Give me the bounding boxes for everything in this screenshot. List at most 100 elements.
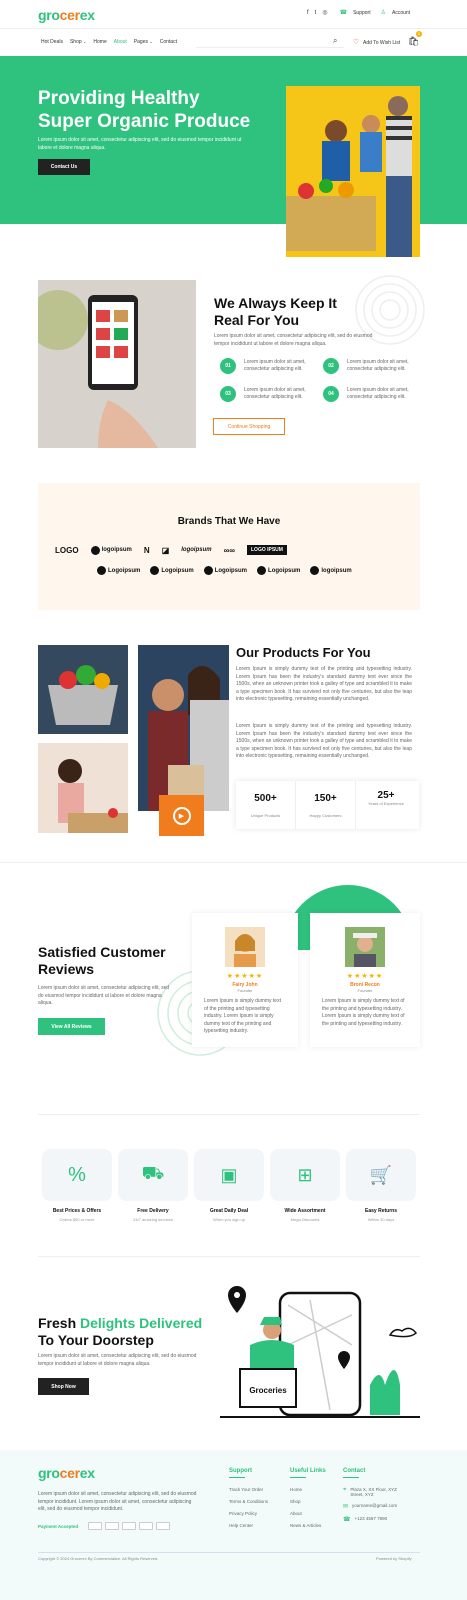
brand-logo: Logoipsum (257, 566, 300, 575)
heart-icon: ♡ (353, 39, 360, 46)
stat-customers: 150+ Happy Customers (296, 781, 356, 829)
stat-years: 25+ Years of Experience (356, 781, 416, 829)
footer-divider (38, 1552, 420, 1553)
about-title-line2: Real For You (214, 311, 300, 328)
about-item-number: 04 (323, 386, 339, 402)
logo-text-2: cer (59, 1465, 80, 1481)
feature-card-delivery: ⛟ (118, 1149, 188, 1201)
about-item-number: 01 (220, 358, 236, 374)
nav-item-contact[interactable]: Contact (160, 39, 177, 45)
instagram-icon[interactable]: ◎ (322, 10, 327, 16)
footer-phone[interactable]: +123 4567 7890 (354, 1516, 387, 1523)
amex-icon (105, 1522, 120, 1530)
nav-item-home[interactable]: Home (93, 39, 106, 45)
about-text: Lorem ipsum dolor sit amet, consectetur … (214, 333, 373, 347)
wishlist-link[interactable]: Add To Wish List (363, 40, 400, 46)
discover-icon (122, 1522, 137, 1530)
payment-label: Payment Accepted (38, 1523, 79, 1529)
mastercard-icon (88, 1522, 103, 1530)
reviews-text: Lorem ipsum dolor sit amet, consectetur … (38, 985, 170, 1006)
footer-support-column: Support Track Your Order Terms & Conditi… (229, 1468, 268, 1535)
feature-card-deal: ▣ (194, 1149, 264, 1201)
nav-item-shop[interactable]: Shop ⌄ (70, 39, 86, 45)
brand-logo: Logoipsum (150, 566, 194, 575)
heading-underline (343, 1477, 359, 1478)
footer-link[interactable]: Track Your Order (229, 1487, 268, 1492)
copyright-text: Copyright © 2024 Grocerex By Commerciali… (38, 1556, 159, 1561)
brand-logo: Logoipsum (97, 566, 140, 575)
search-icon[interactable]: ⌕ (333, 36, 337, 46)
footer-link[interactable]: Terms & Conditions (229, 1499, 268, 1504)
cart-icon[interactable]: 🛍 (408, 36, 419, 47)
decorative-rings (355, 275, 425, 345)
search-input[interactable] (196, 34, 344, 48)
nav-shop-label: Shop (69, 39, 82, 45)
delivery-title: Fresh Delights Delivered To Your Doorste… (38, 1315, 202, 1349)
footer-support-title: Support (229, 1468, 252, 1474)
delivery-text: Lorem ipsum dolor sit amet, consectetur … (38, 1353, 197, 1367)
nav-item-pages[interactable]: Pages ⌄ (134, 39, 153, 45)
footer-link[interactable]: News & Articles (290, 1523, 326, 1528)
brand-logo-text: Logoipsum (161, 567, 194, 574)
brand-row-2: Logoipsum Logoipsum Logoipsum Logoipsum … (97, 566, 352, 575)
stat-label: Years of Experience (368, 801, 404, 806)
section-divider (38, 1256, 420, 1257)
nav-item-hot-deals[interactable]: Hot Deals (41, 39, 63, 45)
brand-logo-text: Logoipsum (214, 567, 248, 574)
footer-link[interactable]: About (290, 1511, 326, 1516)
contact-us-button[interactable]: Contact Us (38, 159, 90, 175)
products-title: Our Products For You (236, 645, 371, 660)
footer-link[interactable]: Shop (290, 1499, 326, 1504)
continue-shopping-button[interactable]: Continue Shopping (213, 418, 285, 435)
feature-label: Great Daily Deal (209, 1208, 249, 1214)
footer-link[interactable]: Home (290, 1487, 326, 1492)
footer-email[interactable]: yourname@gmail.com (352, 1503, 397, 1510)
brand-mark-icon (150, 566, 160, 575)
account-link[interactable]: Account (392, 10, 410, 16)
footer-contact-column: Contact ⌖ Plaza X, XX Floor, XYZ Street, … (343, 1468, 423, 1523)
deal-tag-icon: ▣ (220, 1164, 238, 1185)
view-all-reviews-button[interactable]: View All Reviews (38, 1018, 105, 1035)
play-video-button[interactable]: ▶ (159, 795, 204, 836)
footer-logo[interactable]: grocerex (38, 1465, 95, 1481)
shop-now-button[interactable]: Shop Now (38, 1378, 89, 1395)
email-icon: ✉ (343, 1504, 349, 1510)
truck-icon: ⛟ (141, 1163, 165, 1183)
feature-label: Best Prices & Offers (52, 1208, 102, 1214)
footer-link[interactable]: Help Center (229, 1523, 268, 1528)
footer-useful-title: Useful Links (290, 1468, 326, 1474)
cart-count-badge: 0 (416, 31, 422, 37)
twitter-icon[interactable]: t (315, 10, 317, 16)
about-item-text: Lorem ipsum dolor sit amet, consectetur … (244, 358, 306, 373)
reviewer-avatar (345, 927, 385, 967)
brand-row-1: LOGO logoipsum N ◪ logoipsum ∞∞ LOGO IPS… (55, 545, 287, 555)
brand-logo-shape: ∞∞ (223, 545, 235, 555)
woman-cooking-image (38, 743, 128, 833)
section-divider (0, 862, 467, 863)
about-item-text: Lorem ipsum dolor sit amet, consectetur … (244, 386, 306, 401)
review-text: Lorem Ipsum is simply dummy text of the … (322, 998, 405, 1027)
feature-card-prices: % (42, 1149, 112, 1201)
logo-text-3: ex (79, 1465, 95, 1481)
review-card: ★★★★★ Broni Recon Founder Lorem Ipsum is… (310, 913, 420, 1047)
account-icon: ♙ (380, 10, 386, 16)
brand-mark-icon (203, 566, 213, 575)
logo-text-3: ex (79, 7, 95, 23)
phone-shopping-image (38, 280, 196, 448)
about-item-number: 03 (220, 386, 236, 402)
nav-item-about[interactable]: About (114, 39, 127, 45)
reviews-title-line1: Satisfied Customer (38, 944, 166, 960)
support-link[interactable]: Support (353, 10, 371, 16)
brand-mark-icon (257, 566, 267, 575)
feature-label: Wide Assortment (284, 1208, 326, 1214)
stat-value: 150+ (314, 793, 337, 804)
brand-logo: LOGO (55, 545, 79, 555)
facebook-icon[interactable]: f (307, 10, 309, 16)
review-card: ★★★★★ Fairy John Founder Lorem Ipsum is … (192, 913, 298, 1047)
main-nav: Hot Deals Shop ⌄ Home About Pages ⌄ Cont… (41, 39, 184, 45)
site-logo[interactable]: grocerex (38, 7, 95, 23)
delivery-title-part2: Delights Delivered (80, 1315, 203, 1331)
discount-badge-icon: % (68, 1163, 86, 1186)
hero-title: Providing Healthy Super Organic Produce (38, 88, 250, 134)
footer-link[interactable]: Privacy Policy (229, 1511, 268, 1516)
